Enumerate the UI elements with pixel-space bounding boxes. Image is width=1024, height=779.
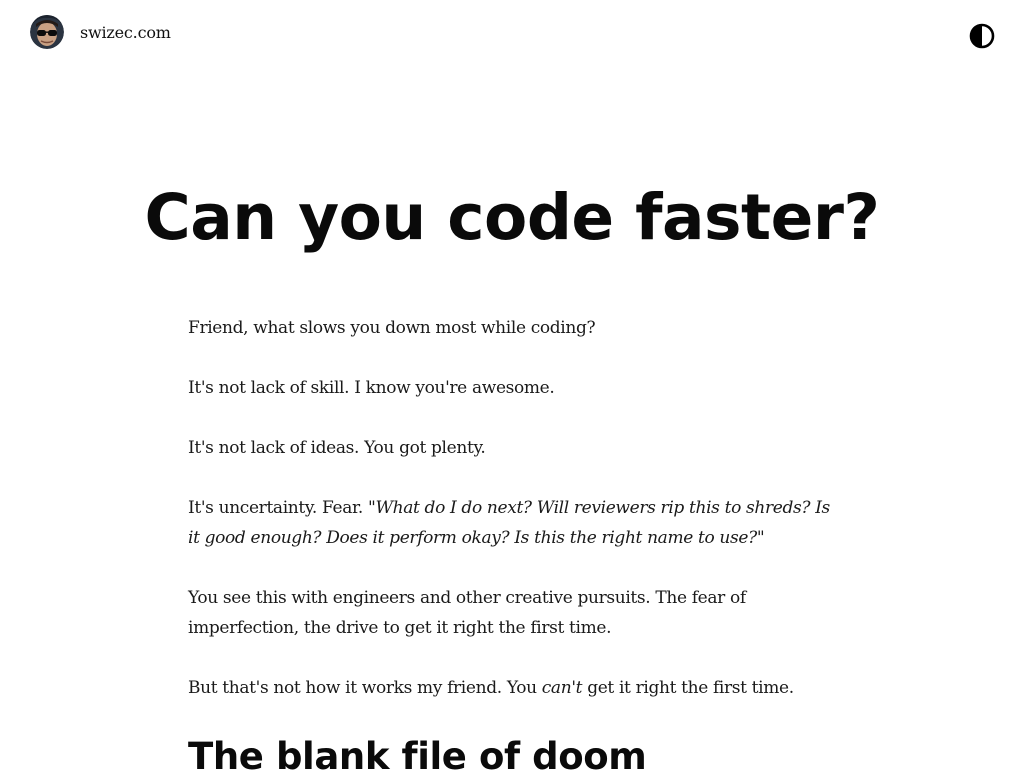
paragraph: But that's not how it works my friend. Y… [188,673,838,703]
paragraph-tail: get it right the first time. [582,678,794,698]
paragraph: It's not lack of ideas. You got plenty. [188,438,486,458]
section-heading: The blank file of doom [188,735,647,778]
article-body: Friend, what slows you down most while c… [188,313,838,779]
site-name: swizec.com [80,22,171,42]
paragraph: It's uncertainty. Fear. "What do I do ne… [188,493,838,553]
paragraph: You see this with engineers and other cr… [188,588,746,638]
site-header: swizec.com [0,0,1024,64]
paragraph-lead: But that's not how it works my friend. Y… [188,678,542,698]
paragraph: Friend, what slows you down most while c… [188,318,596,338]
home-link[interactable]: swizec.com [30,15,171,49]
page-title: Can you code faster? [144,181,880,254]
paragraph: It's not lack of skill. I know you're aw… [188,378,555,398]
theme-toggle-button[interactable] [969,23,995,49]
contrast-half-circle-icon [969,23,995,49]
paragraph-lead: It's uncertainty. Fear. [188,498,369,518]
emphasis-text: can't [541,678,583,698]
avatar-photo-icon [30,15,64,49]
